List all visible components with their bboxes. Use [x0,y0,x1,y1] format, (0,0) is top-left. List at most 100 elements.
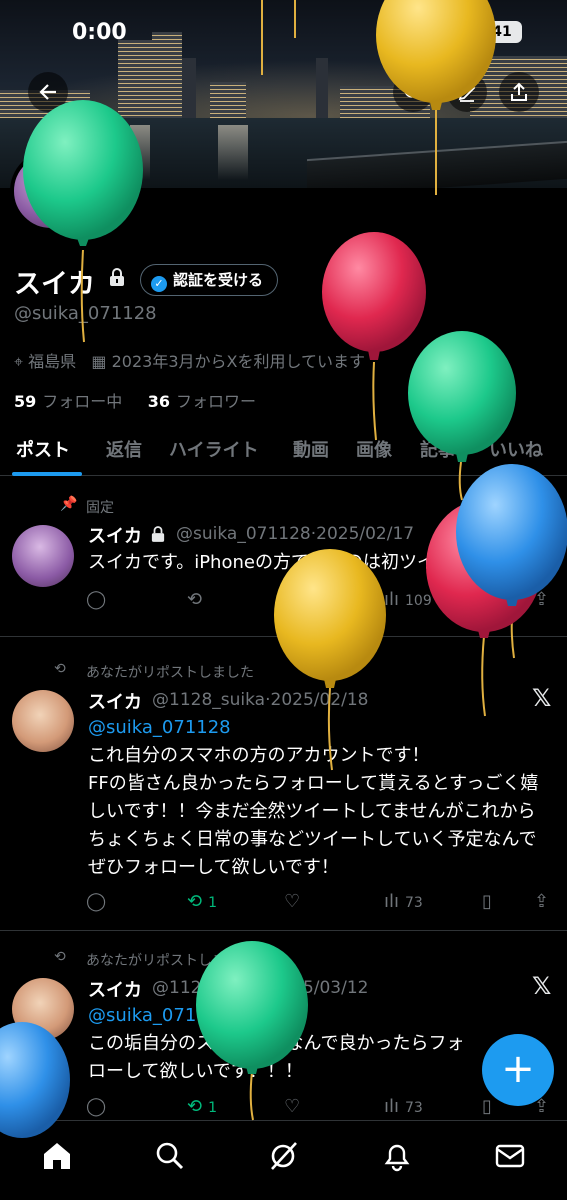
verified-badge-icon: ✓ [151,276,167,292]
nav-home[interactable] [40,1139,76,1175]
profile-meta: ⌖ 福島県 ▦ 2023年3月からXを利用しています [14,348,365,372]
profile-avatar[interactable] [10,150,92,232]
active-tab-indicator [12,472,82,476]
share-icon [511,82,527,101]
calendar-icon: ▦ [91,352,107,371]
grok-icon [271,1142,297,1170]
avatar[interactable] [12,690,74,752]
view-count: 73 [405,895,423,911]
following-label: フォロー中 [42,392,123,411]
compose-post-button[interactable]: + [482,1034,554,1106]
reply-icon: ◯ [86,589,107,610]
pin-icon: 📌 [60,496,78,512]
share-post-button[interactable]: ⇪ [534,891,555,912]
repost-button[interactable]: ⟲ [187,589,208,610]
reply-button[interactable]: ◯ [86,891,112,912]
post-handle: @1128_suika [152,978,266,998]
profile-location: 福島県 [28,352,77,371]
messages-icon [495,1144,525,1168]
banner-building [210,82,246,118]
post-context: あなたがリポストしました [86,953,254,969]
bookmark-button[interactable]: ▯ [482,589,498,610]
home-icon [44,1143,70,1169]
banner-building [182,58,196,118]
avatar[interactable] [12,525,74,587]
views-button[interactable]: ılı 73 [384,891,423,912]
post-author-handle: @1128_suika·2025/02/18 [152,690,369,710]
reply-icon: ◯ [86,891,107,912]
tab-replies[interactable]: 返信 [106,436,142,462]
reply-button[interactable]: ◯ [86,589,112,610]
views-button[interactable]: ılı 73 [384,1096,423,1117]
lock-icon [151,526,165,542]
like-button[interactable]: ♡ [284,891,306,912]
balloon-knot [506,598,518,606]
like-button[interactable]: ♡ 2 [284,589,315,610]
search-button[interactable] [393,72,433,112]
tab-images[interactable]: 画像 [356,436,392,462]
tab-articles[interactable]: 記事 [420,436,456,462]
repost-button[interactable]: ⟲ 1 [187,1096,217,1117]
post-author-name: スイカ [88,526,142,547]
repost-button[interactable]: ⟲ 1 [187,891,217,912]
repost-context-icon: ⟲ [54,949,66,965]
post-author-handle: @suika_071128·2025/02/17 [176,524,415,544]
tab-likes[interactable]: いいね [489,436,543,462]
post-date: 2025/02/18 [270,690,369,710]
balloon-knot [368,350,380,360]
views-icon: ılı [384,891,400,912]
banner-building [316,58,328,118]
post-handle: @1128_suika [152,690,266,710]
like-button[interactable]: ♡ [284,1096,306,1117]
avatar[interactable] [12,978,74,1040]
views-button[interactable]: ılı 109 [384,589,432,610]
followers-count: 36 [147,392,170,411]
balloon-knot [77,238,89,246]
post-text: これ自分のスマホの方のアカウントです！ FFの皆さん良かったらフォローして貰える… [88,745,539,878]
heart-icon: ♡ [284,1096,301,1117]
view-count: 73 [405,1100,423,1116]
divider [0,930,567,931]
like-count: 2 [306,593,316,609]
edit-button[interactable] [447,72,487,112]
bookmark-icon: ▯ [482,589,492,610]
nav-grok[interactable] [266,1139,302,1175]
followers-link[interactable]: 36 フォロワー [148,392,256,411]
reply-button[interactable]: ◯ [86,1096,112,1117]
balloon-string [510,603,515,659]
view-count: 109 [405,593,432,609]
followers-label: フォロワー [175,392,256,411]
following-count: 59 [14,392,37,411]
divider [0,636,567,637]
post-mention[interactable]: @suika_071128 [88,1005,231,1026]
post-context: あなたがリポストしました [86,665,254,681]
share-icon: ⇪ [534,891,550,912]
x-logo-icon: 𝕏 [532,972,552,1000]
search-icon [404,83,422,101]
tab-posts[interactable]: ポスト [16,436,70,462]
nav-messages[interactable] [493,1139,529,1175]
back-button[interactable] [28,72,68,112]
location-icon: ⌖ [14,352,24,371]
follow-stats: 59 フォロー中 36 フォロワー [14,388,256,412]
get-verified-button[interactable]: ✓ 認証を受ける [140,264,279,296]
post-mention[interactable]: @suika_071128 [88,717,231,738]
post-author-handle: @1128_suika·2025/03/12 [152,978,369,998]
share-button[interactable] [499,72,539,112]
repost-context-icon: ⟲ [54,661,66,677]
repost-icon: ⟲ [187,589,203,610]
x-logo-icon: 𝕏 [532,684,552,712]
repost-icon: ⟲ [187,1096,203,1117]
nav-search[interactable] [153,1139,189,1175]
share-icon: ⇪ [534,589,550,610]
red-balloon [322,232,426,352]
tab-highlights[interactable]: ハイライト [169,436,259,462]
wifi-icon [449,22,473,47]
nav-notifications[interactable] [380,1139,416,1175]
share-post-button[interactable]: ⇪ [534,589,555,610]
tab-videos[interactable]: 動画 [293,436,329,462]
following-link[interactable]: 59 フォロー中 [14,392,122,411]
bookmark-button[interactable]: ▯ [482,1096,498,1117]
bookmark-icon: ▯ [482,891,492,912]
bookmark-button[interactable]: ▯ [482,891,498,912]
